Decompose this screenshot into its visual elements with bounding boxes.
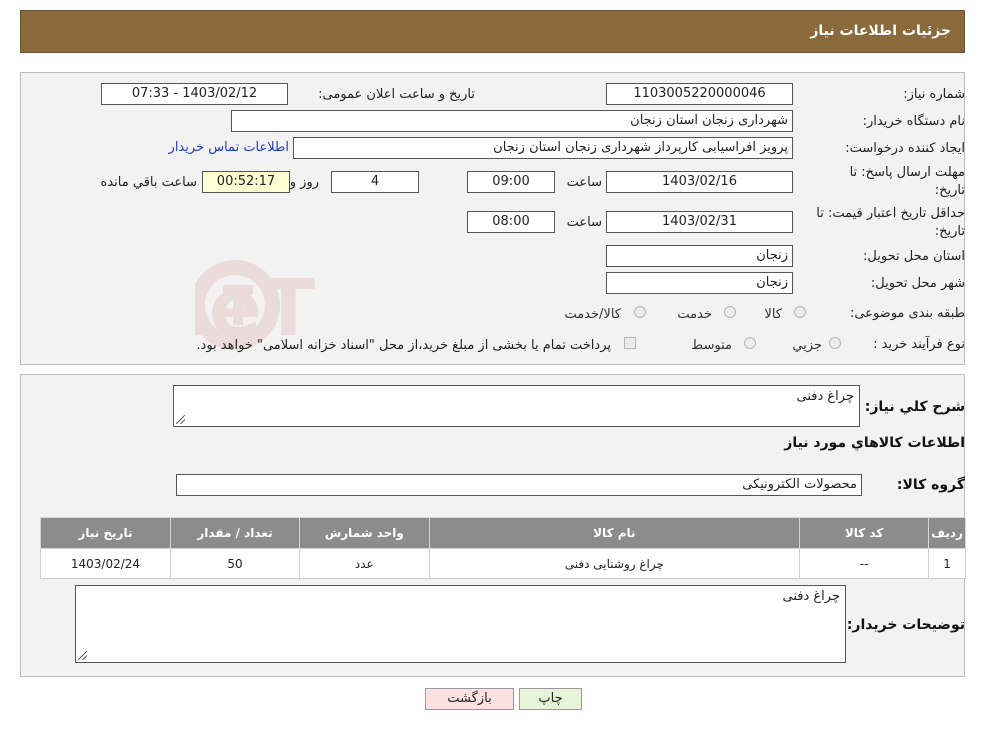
summary-text: چراغ دفنی: [796, 389, 854, 404]
page-title: جزئیات اطلاعات نیاز: [810, 23, 951, 39]
days-field[interactable]: 4: [331, 171, 419, 193]
col-header-name: نام کالا: [428, 517, 801, 549]
summary-field[interactable]: چراغ دفنی: [173, 385, 860, 427]
category-radio-service[interactable]: [724, 306, 736, 318]
category-option-both: کالا/خدمت: [564, 307, 621, 322]
city-label: شهر محل تحویل:: [870, 276, 965, 291]
cell-row: 1: [928, 548, 966, 579]
deadline-time-label: ساعت: [566, 175, 602, 190]
cell-date: 1403/02/24: [40, 548, 171, 579]
buyer-notes-text: چراغ دفنی: [782, 589, 840, 604]
validity-date-field[interactable]: 1403/02/31: [606, 211, 793, 233]
buyer-org-label: نام دستگاه خریدار:: [862, 114, 965, 129]
cell-name: چراغ روشنایی دفنی: [428, 548, 801, 579]
goods-table-header: ردیف کد کالا نام کالا واحد شمارش تعداد /…: [40, 517, 966, 549]
cell-code: --: [799, 548, 930, 579]
goods-group-field[interactable]: محصولات الکترونیکی: [176, 474, 862, 496]
cell-unit: عدد: [299, 548, 430, 579]
category-label: طبقه بندی موضوعی:: [849, 306, 965, 321]
process-option-medium: متوسط: [691, 338, 732, 353]
print-button[interactable]: چاپ: [519, 688, 582, 710]
province-label: استان محل تحویل:: [863, 249, 965, 264]
creator-label: ایجاد کننده درخواست:: [845, 141, 965, 156]
goods-group-label: گروه کالا:: [896, 477, 965, 493]
cell-quantity: 50: [169, 548, 301, 579]
deadline-label-line2: تاریخ:: [934, 183, 965, 198]
buyer-org-field[interactable]: شهرداری زنجان استان زنجان: [231, 110, 793, 132]
validity-label-line1: حداقل تاریخ اعتبار قیمت: تا: [816, 206, 965, 221]
process-radio-minor[interactable]: [829, 337, 841, 349]
announce-label: تاریخ و ساعت اعلان عمومی:: [318, 87, 475, 102]
buyer-contact-link[interactable]: اطلاعات تماس خریدار: [169, 140, 289, 155]
deadline-time-field[interactable]: 09:00: [467, 171, 555, 193]
validity-label-line2: تاریخ:: [934, 224, 965, 239]
summary-label: شرح کلي نیاز:: [864, 399, 965, 415]
need-number-label: شماره نیاز:: [903, 87, 965, 102]
resize-grip-icon[interactable]: [176, 415, 185, 424]
col-header-quantity: تعداد / مقدار: [169, 517, 301, 549]
province-field[interactable]: زنجان: [606, 245, 793, 267]
buyer-notes-label: توضیحات خریدار:: [846, 617, 965, 633]
remaining-label: ساعت باقي مانده: [100, 175, 197, 190]
col-header-unit: واحد شمارش: [299, 517, 430, 549]
process-label: نوع فرآیند خرید :: [873, 337, 965, 352]
process-option-minor: جزیي: [792, 338, 822, 353]
validity-time-field[interactable]: 08:00: [467, 211, 555, 233]
page-header: جزئیات اطلاعات نیاز: [20, 10, 965, 53]
table-row: 1 -- چراغ روشنایی دفنی عدد 50 1403/02/24: [40, 548, 966, 579]
col-header-code: کد کالا: [799, 517, 930, 549]
goods-table: ردیف کد کالا نام کالا واحد شمارش تعداد /…: [40, 517, 966, 579]
category-option-service: خدمت: [677, 307, 712, 322]
back-button[interactable]: بازگشت: [425, 688, 514, 710]
announce-field[interactable]: 1403/02/12 - 07:33: [101, 83, 288, 105]
category-radio-both[interactable]: [634, 306, 646, 318]
resize-grip-icon[interactable]: [78, 651, 87, 660]
goods-info-title: اطلاعات کالاهاي مورد نیاز: [784, 435, 965, 451]
treasury-checkbox[interactable]: [624, 337, 636, 349]
days-label: روز و: [289, 175, 319, 190]
buyer-notes-field[interactable]: چراغ دفنی: [75, 585, 846, 663]
need-number-field[interactable]: 1103005220000046: [606, 83, 793, 105]
col-header-row: ردیف: [928, 517, 966, 549]
category-radio-goods[interactable]: [794, 306, 806, 318]
deadline-label-line1: مهلت ارسال پاسخ: تا: [849, 165, 965, 180]
process-radio-medium[interactable]: [744, 337, 756, 349]
city-field[interactable]: زنجان: [606, 272, 793, 294]
payment-note: پرداخت تمام یا بخشی از مبلغ خرید،از محل …: [196, 338, 611, 353]
col-header-date: تاریخ نیاز: [40, 517, 171, 549]
category-option-goods: کالا: [764, 307, 782, 322]
validity-time-label: ساعت: [566, 215, 602, 230]
creator-field[interactable]: پرویز افراسیابی کارپرداز شهرداری زنجان ا…: [293, 137, 793, 159]
deadline-date-field[interactable]: 1403/02/16: [606, 171, 793, 193]
remaining-time-field: 00:52:17: [202, 171, 290, 193]
